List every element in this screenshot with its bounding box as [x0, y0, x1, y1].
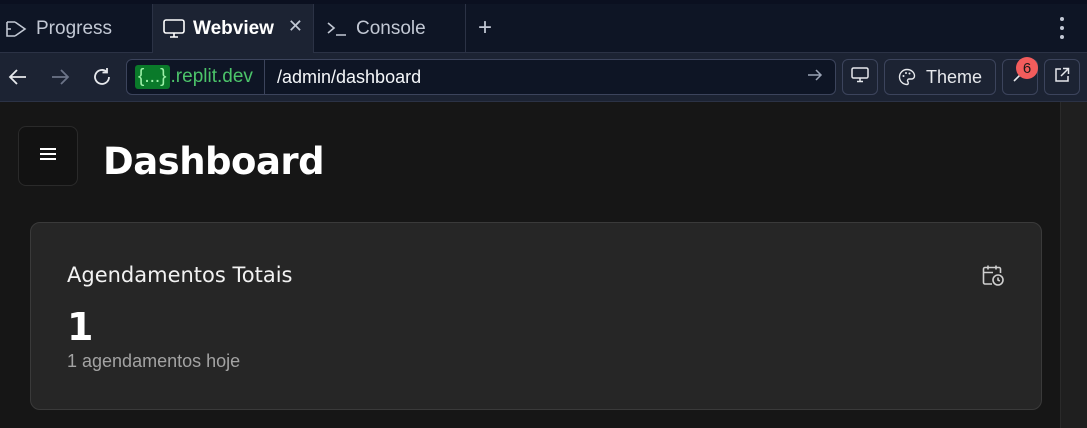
tab-bar: Progress Webview ✕ Console + [0, 0, 1087, 53]
card-subtitle: 1 agendamentos hoje [67, 351, 241, 371]
page-title: Dashboard [103, 140, 325, 183]
close-tab-icon[interactable]: ✕ [288, 16, 303, 37]
url-field[interactable]: {...} .replit.dev /admin/dashboard [126, 59, 836, 95]
card-title: Agendamentos Totais [67, 263, 293, 287]
menu-button[interactable] [18, 126, 78, 186]
more-options-icon[interactable] [1054, 14, 1070, 42]
tab-label: Webview [193, 17, 274, 39]
devtools-count-badge: 6 [1016, 57, 1038, 79]
tab-label: Progress [36, 17, 113, 39]
palette-icon [898, 68, 916, 86]
url-path: /admin/dashboard [277, 66, 422, 87]
tab-label: Console [356, 17, 426, 39]
scrollbar[interactable] [1060, 102, 1087, 428]
go-arrow-icon[interactable] [807, 68, 823, 87]
url-domain: {...} .replit.dev [127, 60, 265, 94]
external-link-icon [1054, 67, 1070, 88]
domain-prefix: {...} [135, 65, 170, 89]
forward-arrow-icon[interactable] [46, 63, 74, 91]
devices-button[interactable] [842, 59, 878, 95]
progress-icon [4, 16, 30, 42]
monitor-icon [851, 66, 869, 88]
domain-suffix: .replit.dev [170, 66, 253, 87]
theme-button[interactable]: Theme [884, 59, 996, 95]
hamburger-icon [39, 147, 57, 166]
stat-card: Agendamentos Totais 1 1 agendamentos hoj… [30, 222, 1042, 410]
open-external-button[interactable] [1044, 59, 1080, 95]
tab-console[interactable]: Console [314, 4, 466, 53]
calendar-clock-icon [981, 263, 1005, 292]
theme-label: Theme [925, 66, 983, 87]
address-bar-row: {...} .replit.dev /admin/dashboard Theme [0, 53, 1087, 102]
new-tab-button[interactable]: + [478, 16, 492, 40]
card-value: 1 [67, 305, 94, 349]
back-arrow-icon[interactable] [4, 63, 32, 91]
monitor-icon [161, 16, 187, 42]
tab-progress[interactable]: Progress [0, 4, 153, 53]
reload-icon[interactable] [88, 63, 116, 91]
terminal-icon [324, 16, 350, 42]
tab-webview[interactable]: Webview ✕ [153, 4, 314, 53]
